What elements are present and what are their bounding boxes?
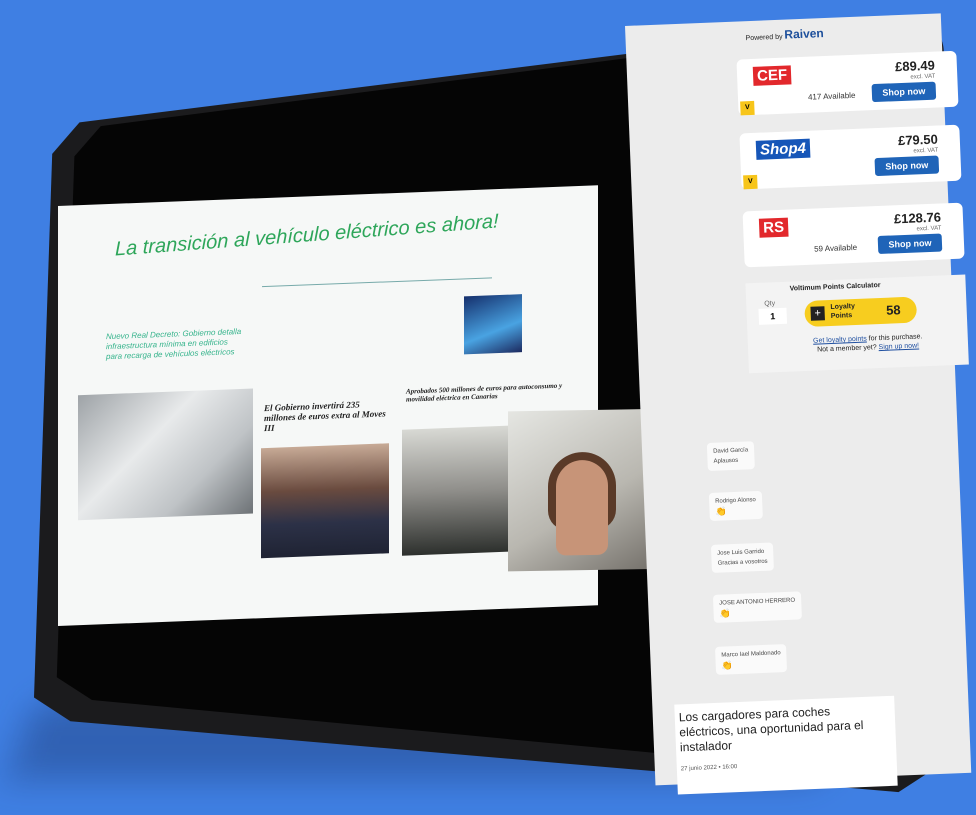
price: £89.49 bbox=[894, 57, 936, 75]
article-title: Los cargadores para coches eléctricos, u… bbox=[678, 704, 864, 755]
chat-message: David García Aplausos bbox=[706, 441, 755, 472]
price: £79.50 bbox=[897, 131, 939, 149]
article-card[interactable]: Los cargadores para coches eléctricos, u… bbox=[674, 695, 898, 795]
chat-author: Rodrigo Alonso bbox=[715, 497, 756, 505]
chat-text: 👏 bbox=[715, 506, 727, 517]
qty-label: Qty bbox=[764, 300, 776, 308]
shop-now-button[interactable]: Shop now bbox=[874, 155, 940, 177]
points-calculator: Voltimum Points Calculator Qty 1 + Loyal… bbox=[745, 274, 969, 374]
brand-name: Raiven bbox=[784, 26, 825, 42]
chat-message: Jose Luis Garrido Gracias a vosotros bbox=[710, 542, 775, 573]
availability: 417 Available bbox=[807, 90, 856, 102]
news-thumbnail bbox=[464, 294, 522, 355]
tablet-scene: La transición al vehículo eléctrico es a… bbox=[0, 0, 976, 815]
sign-up-link[interactable]: Sign up now! bbox=[878, 342, 919, 351]
offer-card-shop4: Shop4 £79.50 excl. VAT Shop now V bbox=[739, 124, 962, 190]
chat-author: JOSE ANTONIO HERRERO bbox=[719, 597, 796, 607]
chat-text: Gracias a vosotros bbox=[717, 558, 768, 567]
solar-photo bbox=[402, 425, 514, 556]
loyalty-label: Loyalty Points bbox=[830, 303, 856, 320]
rs-logo: RS bbox=[758, 217, 789, 238]
headline-2: Aprobados 500 millones de euros para aut… bbox=[406, 381, 563, 404]
politician-photo bbox=[261, 443, 389, 559]
sidebar-panel: Powered by Raiven CEF £89.49 excl. VAT 4… bbox=[625, 13, 972, 795]
chat-author: Jose Luis Garrido bbox=[717, 548, 765, 557]
powered-by-label: Powered by bbox=[745, 33, 783, 43]
calculator-title: Voltimum Points Calculator bbox=[789, 281, 881, 293]
powered-by: Powered by Raiven bbox=[745, 26, 824, 43]
voltimum-badge: V bbox=[740, 100, 755, 116]
slide-subtitle: Nuevo Real Decreto: Gobierno detalla inf… bbox=[106, 326, 242, 362]
divider bbox=[262, 277, 492, 288]
cef-logo: CEF bbox=[752, 65, 792, 86]
offer-card-cef: CEF £89.49 excl. VAT 417 Available Shop … bbox=[736, 50, 959, 116]
voltimum-badge: V bbox=[743, 174, 758, 190]
chat-message: Rodrigo Alonso 👏 bbox=[708, 490, 763, 521]
article-date: 27 junio 2022 • 16:00 bbox=[680, 764, 738, 773]
qty-input[interactable]: 1 bbox=[758, 307, 788, 325]
price: £128.76 bbox=[893, 209, 942, 227]
charger-photo bbox=[78, 388, 253, 521]
vat-note: excl. VAT bbox=[910, 73, 936, 81]
plus-icon: + bbox=[810, 306, 825, 321]
shop4-logo: Shop4 bbox=[755, 138, 811, 160]
chat-message: JOSE ANTONIO HERRERO 👏 bbox=[712, 591, 802, 623]
chat-message: Marco Iael Maldonado 👏 bbox=[714, 644, 788, 675]
calculator-note: Get loyalty points for this purchase. No… bbox=[788, 331, 949, 355]
headline-1: El Gobierno invertirá 235 millones de eu… bbox=[264, 399, 386, 434]
chat-text: 👏 bbox=[719, 608, 732, 619]
chat-text: Aplausos bbox=[713, 457, 739, 465]
loyalty-value: 58 bbox=[885, 302, 901, 318]
member-text: Not a member yet? bbox=[817, 344, 877, 354]
get-points-link[interactable]: Get loyalty points bbox=[813, 336, 867, 345]
shop-now-button[interactable]: Shop now bbox=[871, 81, 937, 103]
slide-title: La transición al vehículo eléctrico es a… bbox=[115, 210, 499, 261]
loyalty-points-pill: + Loyalty Points 58 bbox=[804, 296, 918, 328]
chat-text: 👏 bbox=[721, 660, 734, 671]
availability: 59 Available bbox=[813, 242, 858, 254]
vat-note: excl. VAT bbox=[916, 225, 942, 233]
shop-now-button[interactable]: Shop now bbox=[877, 233, 943, 255]
chat-author: David García bbox=[713, 447, 749, 455]
offer-card-rs: RS £128.76 excl. VAT 59 Available Shop n… bbox=[742, 202, 965, 268]
note-text: for this purchase. bbox=[868, 333, 923, 343]
speaker-face bbox=[556, 459, 608, 556]
vat-note: excl. VAT bbox=[913, 147, 939, 155]
chat-author: Marco Iael Maldonado bbox=[721, 650, 781, 659]
